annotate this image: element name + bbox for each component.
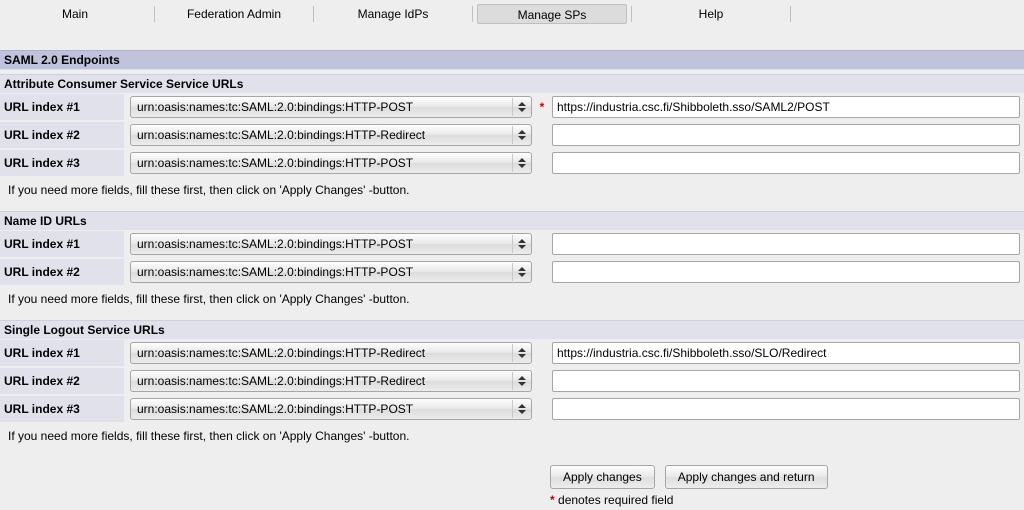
nameid-row-1: URL index #1 urn:oasis:names:tc:SAML:2.0… — [0, 230, 1024, 258]
section-nameid-urls: Name ID URLs — [0, 211, 1024, 230]
slo-row-3: URL index #3 urn:oasis:names:tc:SAML:2.0… — [0, 395, 1024, 423]
slo-binding-select-2[interactable]: urn:oasis:names:tc:SAML:2.0:bindings:HTT… — [130, 370, 532, 392]
slo-binding-value-1: urn:oasis:names:tc:SAML:2.0:bindings:HTT… — [137, 346, 425, 360]
acs-row-1: URL index #1 urn:oasis:names:tc:SAML:2.0… — [0, 93, 1024, 121]
stepper-icon — [512, 235, 530, 253]
tab-separator — [631, 6, 632, 22]
tab-help[interactable]: Help — [636, 4, 786, 24]
nameid-binding-select-1[interactable]: urn:oasis:names:tc:SAML:2.0:bindings:HTT… — [130, 233, 532, 255]
label-url-index-1: URL index #1 — [0, 340, 124, 366]
nameid-row-2: URL index #2 urn:oasis:names:tc:SAML:2.0… — [0, 258, 1024, 286]
nameid-url-input-1[interactable] — [552, 233, 1020, 255]
acs-binding-select-3[interactable]: urn:oasis:names:tc:SAML:2.0:bindings:HTT… — [130, 152, 532, 174]
acs-binding-value-3: urn:oasis:names:tc:SAML:2.0:bindings:HTT… — [137, 156, 413, 170]
label-url-index-2: URL index #2 — [0, 122, 124, 148]
acs-url-input-1[interactable] — [552, 96, 1020, 118]
section-slo-urls: Single Logout Service URLs — [0, 320, 1024, 339]
slo-row-2: URL index #2 urn:oasis:names:tc:SAML:2.0… — [0, 367, 1024, 395]
tab-bar: Main Federation Admin Manage IdPs Manage… — [0, 0, 1024, 26]
acs-row-3: URL index #3 urn:oasis:names:tc:SAML:2.0… — [0, 149, 1024, 177]
label-url-index-1: URL index #1 — [0, 94, 124, 120]
label-url-index-3: URL index #3 — [0, 396, 124, 422]
tab-manage-sps[interactable]: Manage SPs — [477, 4, 627, 24]
hint-nameid: If you need more fields, fill these firs… — [0, 286, 1024, 320]
section-saml-endpoints: SAML 2.0 Endpoints — [0, 50, 1024, 70]
apply-changes-button[interactable]: Apply changes — [550, 465, 655, 489]
slo-url-input-3[interactable] — [552, 398, 1020, 420]
slo-binding-select-1[interactable]: urn:oasis:names:tc:SAML:2.0:bindings:HTT… — [130, 342, 532, 364]
stepper-icon — [512, 263, 530, 281]
acs-binding-value-2: urn:oasis:names:tc:SAML:2.0:bindings:HTT… — [137, 128, 425, 142]
acs-url-input-2[interactable] — [552, 124, 1020, 146]
acs-url-input-3[interactable] — [552, 152, 1020, 174]
section-acs-urls: Attribute Consumer Service Service URLs — [0, 74, 1024, 93]
required-star-icon: * — [550, 493, 555, 507]
hint-slo: If you need more fields, fill these firs… — [0, 423, 1024, 457]
tab-separator — [472, 6, 473, 22]
tab-federation-admin[interactable]: Federation Admin — [159, 4, 309, 24]
label-url-index-2: URL index #2 — [0, 259, 124, 285]
slo-binding-value-3: urn:oasis:names:tc:SAML:2.0:bindings:HTT… — [137, 402, 413, 416]
apply-changes-return-button[interactable]: Apply changes and return — [665, 465, 828, 489]
nameid-binding-value-1: urn:oasis:names:tc:SAML:2.0:bindings:HTT… — [137, 237, 413, 251]
tab-separator — [154, 6, 155, 22]
tab-separator — [313, 6, 314, 22]
slo-binding-select-3[interactable]: urn:oasis:names:tc:SAML:2.0:bindings:HTT… — [130, 398, 532, 420]
nameid-binding-value-2: urn:oasis:names:tc:SAML:2.0:bindings:HTT… — [137, 265, 413, 279]
required-star-icon: * — [538, 100, 546, 114]
acs-row-2: URL index #2 urn:oasis:names:tc:SAML:2.0… — [0, 121, 1024, 149]
required-footnote: * denotes required field — [0, 489, 1024, 507]
stepper-icon — [512, 154, 530, 172]
stepper-icon — [512, 344, 530, 362]
tab-manage-idps[interactable]: Manage IdPs — [318, 4, 468, 24]
slo-binding-value-2: urn:oasis:names:tc:SAML:2.0:bindings:HTT… — [137, 374, 425, 388]
stepper-icon — [512, 372, 530, 390]
stepper-icon — [512, 98, 530, 116]
acs-binding-select-1[interactable]: urn:oasis:names:tc:SAML:2.0:bindings:HTT… — [130, 96, 532, 118]
nameid-url-input-2[interactable] — [552, 261, 1020, 283]
hint-acs: If you need more fields, fill these firs… — [0, 177, 1024, 211]
nameid-binding-select-2[interactable]: urn:oasis:names:tc:SAML:2.0:bindings:HTT… — [130, 261, 532, 283]
required-footnote-text: denotes required field — [558, 493, 673, 507]
button-row: Apply changes Apply changes and return — [0, 465, 1024, 489]
tab-main[interactable]: Main — [0, 4, 150, 24]
stepper-icon — [512, 126, 530, 144]
slo-row-1: URL index #1 urn:oasis:names:tc:SAML:2.0… — [0, 339, 1024, 367]
stepper-icon — [512, 400, 530, 418]
label-url-index-1: URL index #1 — [0, 231, 124, 257]
tab-separator — [790, 6, 791, 22]
slo-url-input-2[interactable] — [552, 370, 1020, 392]
acs-binding-select-2[interactable]: urn:oasis:names:tc:SAML:2.0:bindings:HTT… — [130, 124, 532, 146]
slo-url-input-1[interactable] — [552, 342, 1020, 364]
acs-binding-value-1: urn:oasis:names:tc:SAML:2.0:bindings:HTT… — [137, 100, 413, 114]
label-url-index-3: URL index #3 — [0, 150, 124, 176]
label-url-index-2: URL index #2 — [0, 368, 124, 394]
